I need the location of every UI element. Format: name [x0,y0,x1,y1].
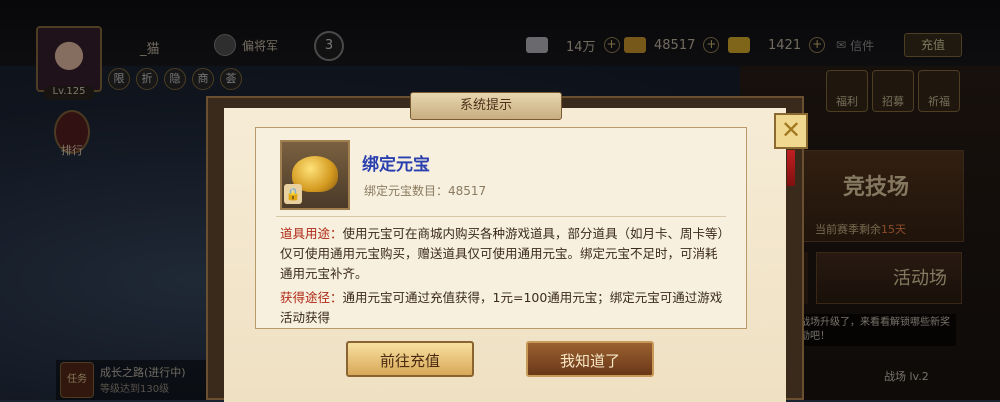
close-button[interactable]: ✕ [774,113,808,149]
lock-icon: 🔒 [284,184,302,204]
go-recharge-button[interactable]: 前往充值 [346,341,474,377]
item-name: 绑定元宝 [362,155,430,175]
usage-text: 道具用途：使用元宝可在商城内购买各种游戏道具，部分道具（如月卡、周卡等）仅可使用… [280,226,724,281]
item-slot: 🔒 [280,140,350,210]
source-text: 获得途径：通用元宝可通过充值获得，1元=100通用元宝；绑定元宝可通过游戏活动获… [280,290,723,325]
item-count: 绑定元宝数目：48517 [364,184,487,198]
tassel-ornament [787,150,795,186]
got-it-button[interactable]: 我知道了 [526,341,654,377]
dialog-title: 系统提示 [410,92,562,120]
divider [276,216,726,217]
